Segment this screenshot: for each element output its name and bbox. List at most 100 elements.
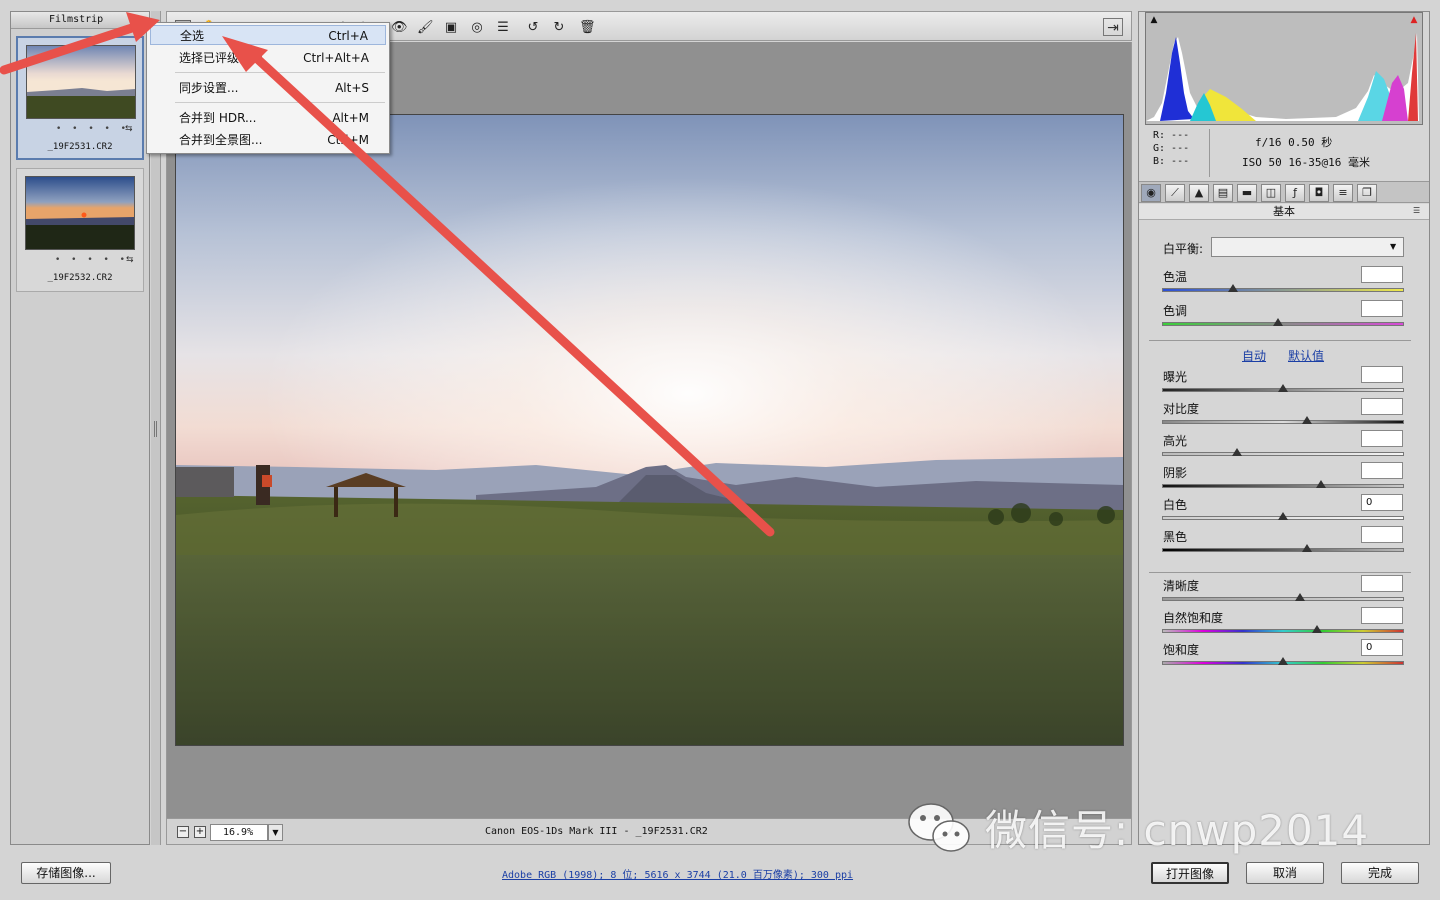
tint-slider[interactable]	[1162, 318, 1404, 326]
slider-value-field[interactable]	[1361, 607, 1403, 624]
default-link[interactable]: 默认值	[1288, 347, 1324, 364]
adjustment-brush-icon[interactable]: 🖌	[417, 20, 434, 36]
auto-link[interactable]: 自动	[1242, 347, 1266, 364]
slider-thumb[interactable]	[1278, 657, 1288, 667]
filmstrip-title: Filmstrip	[49, 14, 104, 25]
slider-value-field[interactable]	[1361, 575, 1403, 592]
slider-track[interactable]	[1162, 544, 1404, 552]
preview-area	[166, 42, 1132, 818]
wechat-logo-icon	[908, 803, 970, 852]
rgb-readout: R: --- G: --- B: ---	[1153, 129, 1189, 168]
slider-thumb[interactable]	[1273, 318, 1284, 328]
slider-label: 高光	[1163, 434, 1188, 448]
highlight-clipping-icon[interactable]: ▲	[1408, 15, 1420, 25]
slider-value-field[interactable]	[1361, 398, 1403, 415]
rotate-left-icon[interactable]: ↺	[525, 20, 541, 36]
slider-value-field[interactable]	[1361, 366, 1403, 383]
panel-title: 基本	[1139, 204, 1429, 220]
rotate-right-icon[interactable]: ↻	[551, 20, 567, 36]
tab-split-toning-icon[interactable]: ▬	[1237, 184, 1257, 202]
slider-thumb[interactable]	[1278, 384, 1288, 394]
temperature-slider[interactable]	[1162, 284, 1404, 292]
done-button[interactable]: 完成	[1341, 862, 1419, 884]
slider-label: 阴影	[1163, 466, 1188, 480]
tab-detail-icon[interactable]: ▲	[1189, 184, 1209, 202]
rating-stars[interactable]: • • • • •	[56, 124, 130, 134]
slider-thumb[interactable]	[1302, 544, 1312, 554]
tab-snapshots-icon[interactable]: ❐	[1357, 184, 1377, 202]
preview-image[interactable]	[175, 114, 1124, 746]
slider-track[interactable]	[1162, 416, 1404, 424]
filmstrip-thumbnail-1[interactable]: • • • • • ⇆ _19F2531.CR2	[16, 36, 144, 160]
slider-label: 曝光	[1163, 370, 1188, 384]
zoom-out-button[interactable]: −	[177, 826, 189, 838]
green-readout: G: ---	[1153, 143, 1190, 154]
white-balance-select[interactable]: ▼	[1211, 237, 1404, 257]
iso-focal-length: ISO 50 16-35@16 毫米	[1242, 156, 1370, 169]
menu-item-select-rated[interactable]: 选择已评级图像 Ctrl+Alt+A	[150, 48, 386, 68]
tab-tone-curve-icon[interactable]: ⟋	[1165, 184, 1185, 202]
slider-track[interactable]	[1162, 384, 1404, 392]
filmstrip-panel: Filmstrip ☰ • • • • • ⇆ _19F2531.CR2 • •…	[10, 11, 150, 845]
slider-thumb[interactable]	[1278, 512, 1288, 522]
radial-filter-icon[interactable]: ◎	[469, 20, 485, 36]
slider-thumb[interactable]	[1316, 480, 1327, 490]
slider-value-field[interactable]: 0	[1361, 639, 1403, 656]
slider-thumb[interactable]	[1311, 625, 1322, 635]
adjustments-applied-icon: ⇆	[125, 124, 133, 134]
filmstrip-menu-icon[interactable]: ☰	[133, 15, 145, 25]
slider-track[interactable]	[1162, 480, 1404, 488]
menu-item-merge-panorama[interactable]: 合并到全景图... Ctrl+M	[150, 130, 386, 150]
adjustments-panel: ▲ ▲ R: --- G: --- B: --- f/16 0.50 秒 ISO…	[1138, 11, 1430, 845]
preferences-icon[interactable]: ☰	[495, 20, 511, 36]
slider-track[interactable]	[1162, 625, 1404, 633]
rating-stars[interactable]: • • • • •	[55, 255, 129, 265]
menu-item-select-all[interactable]: 全选 Ctrl+A	[150, 25, 386, 45]
red-readout: R: ---	[1153, 130, 1190, 141]
white-balance-label: 白平衡:	[1163, 242, 1204, 256]
slider-track[interactable]	[1162, 657, 1404, 665]
zoom-dropdown-icon[interactable]: ▼	[268, 824, 283, 841]
delete-icon[interactable]: 🗑	[579, 20, 596, 36]
slider-value-field[interactable]	[1361, 430, 1403, 447]
splitter-grip[interactable]	[154, 421, 157, 437]
slider-thumb[interactable]	[1232, 448, 1243, 458]
tab-hsl-icon[interactable]: ▤	[1213, 184, 1233, 202]
open-image-button[interactable]: 打开图像	[1151, 862, 1229, 884]
red-eye-icon[interactable]: 👁	[391, 20, 408, 36]
shadow-clipping-icon[interactable]: ▲	[1148, 15, 1160, 25]
slider-track[interactable]	[1162, 593, 1404, 601]
slider-value-field[interactable]	[1361, 462, 1403, 479]
slider-thumb[interactable]	[1227, 284, 1238, 294]
slider-label: 饱和度	[1163, 643, 1200, 657]
temperature-field[interactable]	[1361, 266, 1403, 283]
save-image-button[interactable]: 存储图像...	[21, 862, 111, 884]
slider-thumb[interactable]	[1302, 416, 1312, 426]
zoom-level-field[interactable]: 16.9%	[210, 824, 268, 841]
chevron-down-icon: ▼	[1390, 242, 1397, 251]
cancel-button[interactable]: 取消	[1246, 862, 1324, 884]
slider-value-field[interactable]: 0	[1361, 494, 1403, 511]
tint-field[interactable]	[1361, 300, 1403, 317]
tab-lens-icon[interactable]: ◫	[1261, 184, 1281, 202]
slider-track[interactable]	[1162, 512, 1404, 520]
workflow-options-link[interactable]: Adobe RGB (1998); 8 位; 5616 x 3744 (21.0…	[502, 866, 853, 881]
thumbnail-image	[26, 45, 136, 119]
zoom-in-button[interactable]: +	[194, 826, 206, 838]
menu-item-sync-settings[interactable]: 同步设置... Alt+S	[150, 78, 386, 98]
slider-track[interactable]	[1162, 448, 1404, 456]
tab-presets-icon[interactable]: ≡	[1333, 184, 1353, 202]
slider-thumb[interactable]	[1294, 593, 1305, 603]
slider-value-field[interactable]	[1361, 526, 1403, 543]
menu-item-merge-hdr[interactable]: 合并到 HDR... Alt+M	[150, 108, 386, 128]
graduated-filter-icon[interactable]: ▣	[443, 20, 459, 36]
separator	[1149, 340, 1411, 341]
tint-label: 色调	[1163, 304, 1188, 318]
filmstrip-thumbnail-2[interactable]: • • • • • ⇆ _19F2532.CR2	[16, 168, 144, 292]
tab-camera-calibration-icon[interactable]: ◘	[1309, 184, 1329, 202]
tab-effects-icon[interactable]: ƒ	[1285, 184, 1305, 202]
panel-menu-icon[interactable]: ☰	[1413, 206, 1425, 216]
fullscreen-icon[interactable]: ⇥	[1103, 18, 1123, 36]
tab-basic-icon[interactable]: ◉	[1141, 184, 1161, 202]
filmstrip-header: Filmstrip ☰	[11, 12, 149, 29]
